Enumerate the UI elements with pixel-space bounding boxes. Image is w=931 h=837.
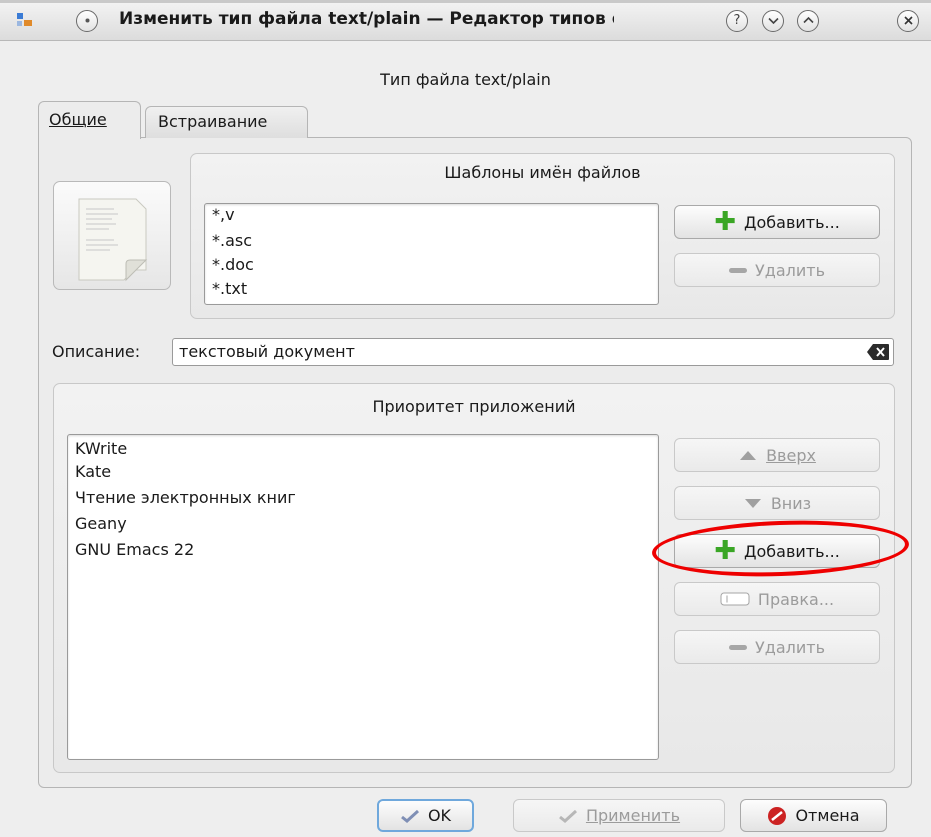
apps-list[interactable]: KWrite Kate Чтение электронных книг Gean…: [67, 434, 659, 760]
top-strip: [0, 0, 931, 3]
list-item[interactable]: Чтение электронных книг: [68, 489, 658, 515]
checkmark-icon: [558, 809, 578, 823]
description-label: Описание:: [52, 342, 141, 361]
move-down-label: Вниз: [770, 493, 812, 513]
clear-text-icon[interactable]: [866, 343, 890, 361]
remove-application-button[interactable]: Удалить: [674, 630, 880, 664]
remove-application-label: Удалить: [755, 637, 825, 657]
remove-pattern-label: Удалить: [755, 260, 825, 280]
list-item[interactable]: Kate: [68, 463, 658, 489]
apply-label: Применить: [585, 806, 681, 825]
list-item[interactable]: Geany: [68, 515, 658, 541]
ok-button[interactable]: OK: [377, 799, 474, 832]
text-document-icon: [78, 198, 148, 282]
tab-general[interactable]: Общие: [38, 101, 141, 139]
list-item[interactable]: *.txt: [205, 277, 658, 301]
plus-icon: ✚: [714, 207, 736, 237]
description-value: текстовый документ: [179, 342, 355, 361]
edit-field-icon: [720, 592, 750, 606]
list-item[interactable]: KWrite: [68, 439, 658, 463]
list-item[interactable]: *.asc: [205, 229, 658, 253]
app-icon[interactable]: [14, 11, 40, 31]
pin-icon[interactable]: [76, 10, 98, 32]
title-bar: Изменить тип файла text/plain — Редактор…: [0, 0, 931, 41]
remove-pattern-button[interactable]: Удалить: [674, 253, 880, 287]
chevron-up-icon[interactable]: [797, 10, 819, 32]
chevron-down-icon[interactable]: [762, 10, 784, 32]
move-down-button[interactable]: Вниз: [674, 486, 880, 520]
arrow-up-icon: [738, 448, 758, 462]
minus-icon: [729, 267, 747, 273]
arrow-down-icon: [743, 496, 763, 510]
cancel-icon: [767, 806, 787, 826]
minus-icon: [729, 644, 747, 650]
filename-patterns-title: Шаблоны имён файлов: [444, 163, 641, 182]
file-icon-button[interactable]: [53, 181, 171, 290]
ok-label: OK: [427, 806, 452, 825]
tab-embedding[interactable]: Встраивание: [145, 106, 308, 138]
description-input[interactable]: текстовый документ: [172, 338, 894, 366]
add-pattern-label: Добавить...: [744, 212, 840, 232]
list-item[interactable]: GNU Emacs 22: [68, 541, 658, 567]
add-pattern-button[interactable]: ✚ Добавить...: [674, 205, 880, 239]
move-up-label: Вверх: [766, 445, 816, 465]
close-icon[interactable]: [897, 10, 919, 32]
cancel-button[interactable]: Отмена: [740, 799, 887, 832]
patterns-list[interactable]: *,v *.asc *.doc *.txt: [204, 203, 659, 305]
window-title: Изменить тип файла text/plain — Редактор…: [119, 9, 614, 29]
apply-button[interactable]: Применить: [513, 799, 725, 832]
list-item[interactable]: *.doc: [205, 253, 658, 277]
move-up-button[interactable]: Вверх: [674, 438, 880, 472]
edit-application-button[interactable]: Правка...: [674, 582, 880, 616]
tab-general-label: Общие: [49, 110, 107, 129]
cancel-label: Отмена: [795, 806, 860, 825]
app-priority-title: Приоритет приложений: [372, 397, 576, 416]
list-item[interactable]: *,v: [205, 205, 658, 229]
file-type-label: Тип файла text/plain: [380, 70, 551, 89]
checkmark-icon: [400, 809, 420, 823]
edit-application-label: Правка...: [757, 589, 835, 609]
help-icon[interactable]: ?: [726, 10, 748, 32]
tab-embedding-label: Встраивание: [158, 112, 268, 131]
